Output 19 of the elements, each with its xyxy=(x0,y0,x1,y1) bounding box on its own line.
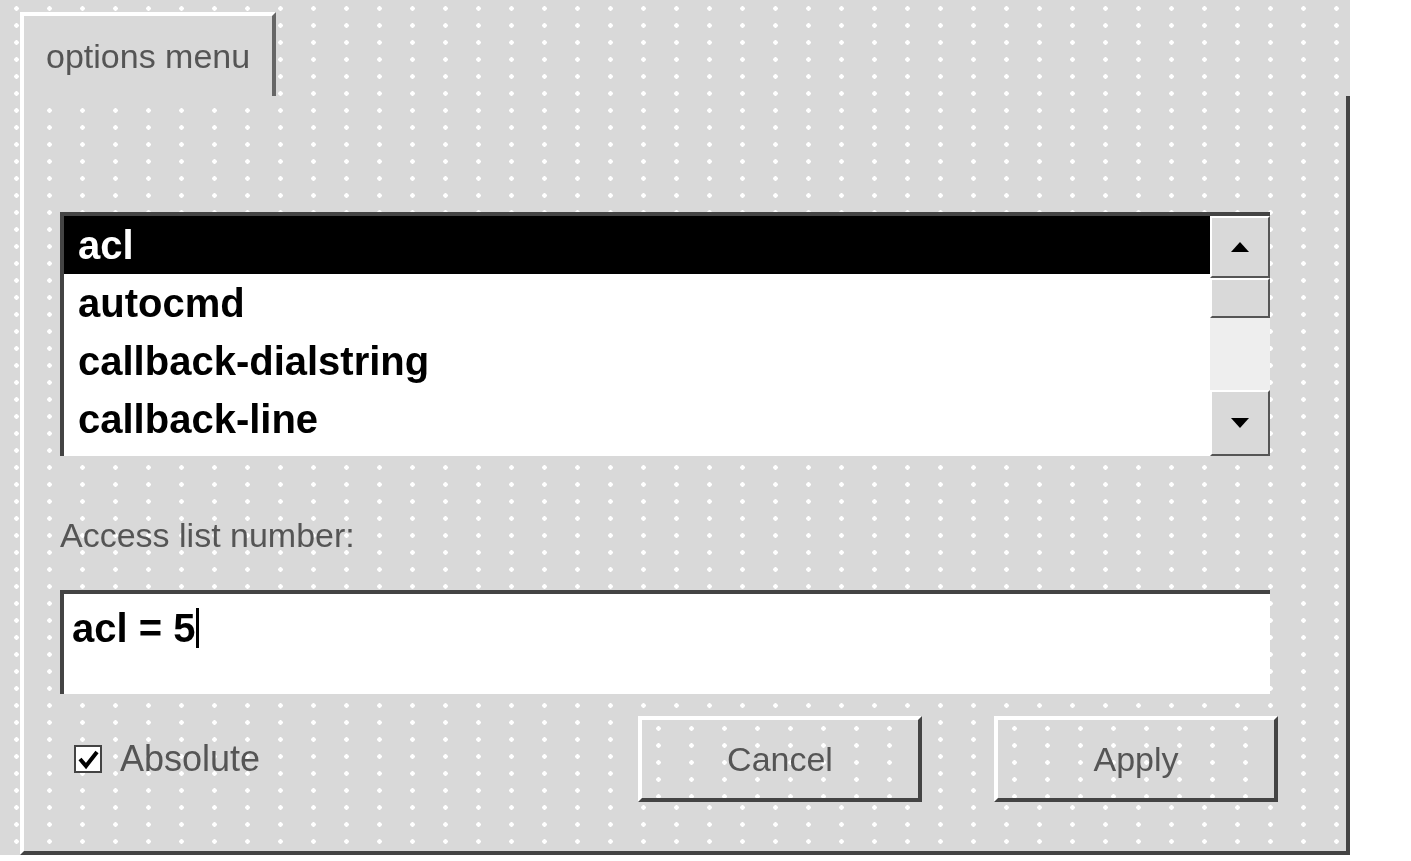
field-label: Access list number: xyxy=(60,518,356,552)
checkbox-box[interactable] xyxy=(74,745,102,773)
checkmark-icon xyxy=(77,748,99,770)
scroll-thumb[interactable] xyxy=(1210,278,1270,318)
checkbox[interactable]: Absolute xyxy=(74,732,261,786)
list-item[interactable]: acl xyxy=(64,216,1210,274)
dialog-button[interactable]: Cancel xyxy=(638,716,922,802)
input-field[interactable]: acl = 5 xyxy=(60,590,1270,694)
down-arrow-icon xyxy=(1231,418,1249,428)
up-arrow-icon xyxy=(1231,242,1249,252)
scrollbar[interactable] xyxy=(1210,216,1270,456)
list-item[interactable]: callback-dialstring xyxy=(64,332,1210,390)
checkbox-label: Absolute xyxy=(120,737,261,781)
list-item[interactable]: callback-line xyxy=(64,390,1210,448)
scroll-down-button[interactable] xyxy=(1210,390,1270,456)
list-item[interactable]: autocmd xyxy=(64,274,1210,332)
tab[interactable]: options menu xyxy=(20,12,277,96)
scroll-up-button[interactable] xyxy=(1210,216,1270,278)
dialog-button[interactable]: Apply xyxy=(994,716,1278,802)
